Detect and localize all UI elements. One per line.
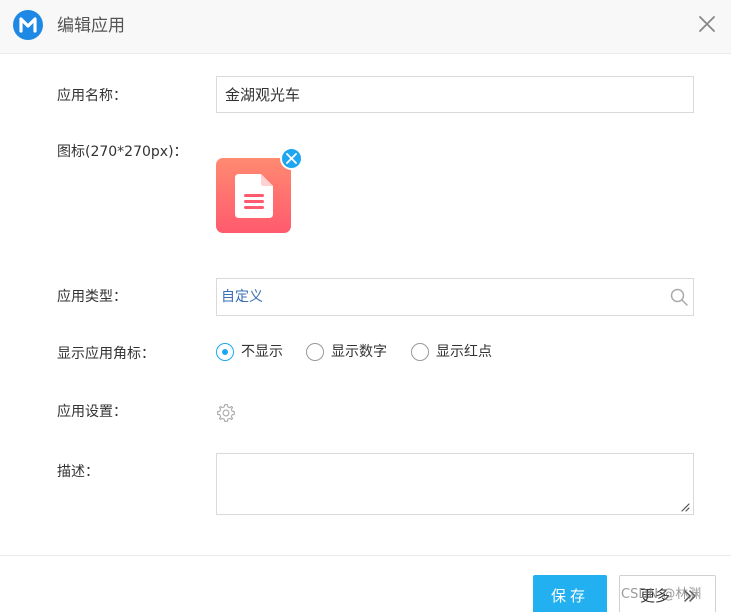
remove-icon-button[interactable] [280, 147, 303, 170]
radio-circle [306, 343, 324, 361]
app-type-select[interactable]: 自定义 [216, 278, 694, 316]
footer-divider [0, 555, 731, 556]
app-type-value: 自定义 [221, 289, 263, 305]
save-button[interactable]: 保存 [533, 575, 607, 612]
app-name-input[interactable] [216, 76, 694, 113]
close-circle-icon [286, 153, 297, 164]
m-logo-icon [13, 10, 43, 40]
app-type-label: 应用类型： [57, 289, 127, 305]
watermark-text: CSDN @林渊 [621, 587, 702, 602]
dialog-header: 编辑应用 [0, 0, 731, 54]
dialog-title: 编辑应用 [57, 16, 125, 36]
app-icon-image[interactable] [216, 158, 291, 233]
gear-icon[interactable] [216, 403, 236, 423]
document-icon [235, 174, 273, 218]
radio-circle [411, 343, 429, 361]
radio-label: 显示红点 [436, 344, 492, 360]
app-name-label: 应用名称： [57, 88, 127, 104]
radio-circle [216, 343, 234, 361]
radio-label: 不显示 [241, 344, 283, 360]
resize-grip-icon[interactable] [680, 502, 690, 512]
radio-label: 显示数字 [331, 344, 387, 360]
close-icon[interactable] [697, 14, 717, 34]
badge-display-label: 显示应用角标： [57, 346, 155, 362]
app-icon-label: 图标(270*270px)： [57, 144, 188, 160]
app-settings-label: 应用设置： [57, 404, 127, 420]
search-icon[interactable] [669, 287, 689, 307]
description-textarea[interactable] [216, 453, 694, 515]
description-label: 描述： [57, 464, 99, 480]
